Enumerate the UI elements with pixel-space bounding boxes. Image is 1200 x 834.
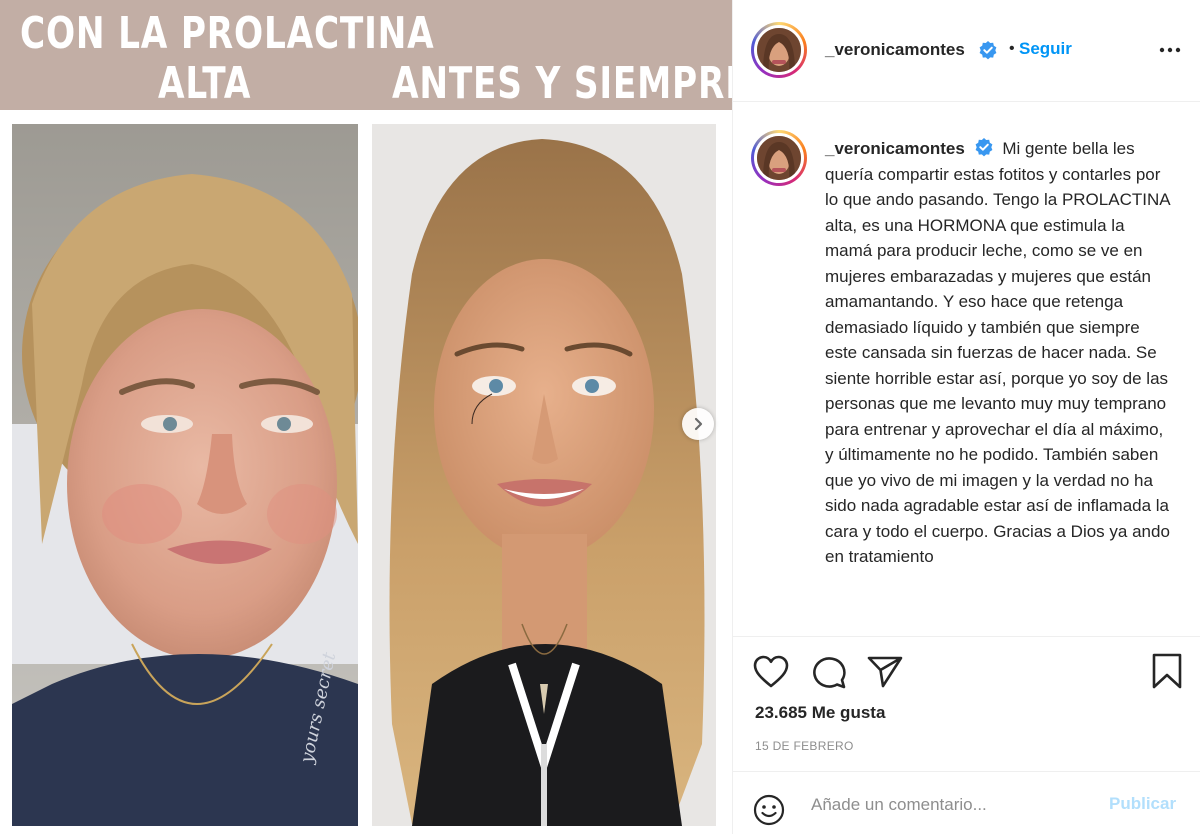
caption-username[interactable]: _veronicamontes <box>825 139 965 158</box>
caption-avatar[interactable] <box>751 130 807 186</box>
heart-icon[interactable] <box>753 655 789 689</box>
post-info-panel: _veronicamontes • Seguir _veronicamontes… <box>732 0 1200 834</box>
verified-badge-icon <box>979 41 997 60</box>
banner-title-right: ANTES Y SIEMPRE <box>392 58 732 109</box>
caption-area: _veronicamontes Mi gente bella les querí… <box>733 102 1200 636</box>
avatar-image <box>757 136 801 180</box>
like-count[interactable]: 23.685 Me gusta <box>755 703 885 723</box>
header-username[interactable]: _veronicamontes <box>825 40 965 60</box>
bookmark-icon[interactable] <box>1151 653 1183 689</box>
banner-subtitle-left: ALTA <box>158 58 252 109</box>
publish-button[interactable]: Publicar <box>1109 794 1176 814</box>
image-banner: CON LA PROLACTINA ALTA ANTES Y SIEMPRE <box>0 0 732 110</box>
avatar-image <box>757 28 801 72</box>
comment-bar: Publicar <box>733 771 1200 834</box>
avatar[interactable] <box>751 22 807 78</box>
banner-title-left: CON LA PROLACTINA <box>20 8 435 59</box>
post-date[interactable]: 15 DE FEBRERO <box>755 739 854 753</box>
caption-body: Mi gente bella les quería compartir esta… <box>825 139 1170 566</box>
verified-badge-icon <box>975 138 992 157</box>
comment-icon[interactable] <box>811 655 847 689</box>
ellipsis-icon[interactable] <box>1157 40 1183 60</box>
post-header: _veronicamontes • Seguir <box>733 0 1200 102</box>
smiley-icon[interactable] <box>753 794 785 826</box>
photo-after <box>372 124 716 826</box>
follow-button[interactable]: Seguir <box>1019 39 1072 59</box>
caption-text-block: _veronicamontes Mi gente bella les querí… <box>825 136 1175 570</box>
post-actions: 23.685 Me gusta 15 DE FEBRERO Publicar <box>733 636 1200 834</box>
next-image-button[interactable] <box>682 408 714 440</box>
photo-before: yours secret <box>12 124 358 826</box>
comment-input[interactable] <box>811 792 1091 818</box>
post-media: CON LA PROLACTINA ALTA ANTES Y SIEMPRE y… <box>0 0 732 834</box>
chevron-right-icon <box>694 417 703 431</box>
paper-plane-icon[interactable] <box>867 655 903 689</box>
separator-dot: • <box>1009 40 1015 57</box>
